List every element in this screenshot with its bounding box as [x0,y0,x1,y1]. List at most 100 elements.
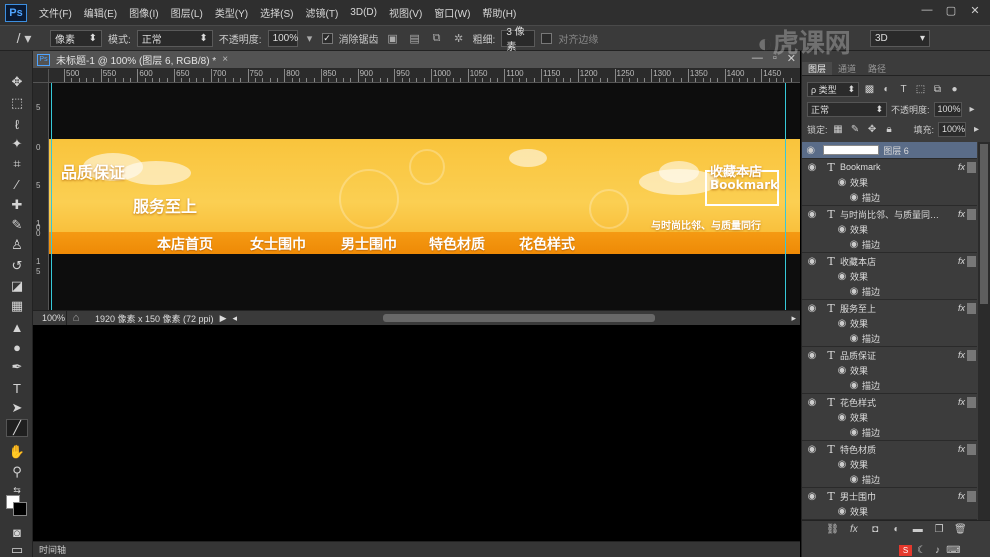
eye-icon[interactable]: ◉ [802,162,822,173]
expand-effects-icon[interactable] [967,443,976,455]
move-tool-icon[interactable]: ✥ [6,73,28,91]
lock-transparent-icon[interactable]: ▦ [832,123,845,136]
brush-tool-icon[interactable]: ✎ [6,216,28,234]
scroll-left-arrow[interactable]: ◂ [232,313,237,324]
share-icon[interactable]: ⌂ [67,310,85,326]
blend-mode-dropdown[interactable]: 正常 ⬍ [136,29,213,47]
menu-edit[interactable]: 编辑(E) [78,5,123,20]
eye-icon[interactable]: ◉ [834,506,850,517]
menu-help[interactable]: 帮助(H) [476,5,522,20]
layer-row[interactable]: ◉ T Bookmark fx ◉ 效果 ◉ 描边 [802,159,977,206]
screen-mode-icon[interactable]: ▭ [6,541,28,557]
eye-icon[interactable]: ◉ [802,209,822,220]
menu-select[interactable]: 选择(S) [254,5,299,20]
eye-icon[interactable]: ◉ [834,224,850,235]
expand-effects-icon[interactable] [967,302,976,314]
eye-icon[interactable]: ◉ [802,444,822,455]
adjustment-layer-icon[interactable]: ◐ [890,523,903,536]
opacity-dropdown-arrow[interactable]: ▸ [966,103,979,116]
status-menu-arrow[interactable]: ▶ [220,313,227,324]
layer-row[interactable]: ◉ 图层 6 [802,142,977,159]
tab-channels[interactable]: 通道 [832,62,862,75]
menu-file[interactable]: 文件(F) [33,5,78,20]
close-document-icon[interactable]: × [222,54,228,65]
filter-pixel-icon[interactable]: ▩ [863,83,876,96]
eye-icon[interactable]: ◉ [802,350,822,361]
lasso-tool-icon[interactable]: ℓ [6,115,28,133]
background-color-swatch[interactable] [13,502,27,516]
layer-blend-mode-dropdown[interactable]: 正常 ⬍ [807,101,887,117]
zoom-tool-icon[interactable]: ⚲ [6,463,28,481]
link-layers-icon[interactable]: ⛓ [826,523,839,536]
path-selection-tool-icon[interactable]: ➤ [6,399,28,417]
fx-icon[interactable]: fx [958,303,965,313]
scroll-right-arrow[interactable]: ▸ [791,313,796,324]
vertical-ruler[interactable]: 50501015 [33,83,49,310]
tool-preset-picker[interactable]: / ▾ [4,29,44,47]
fill-dropdown-arrow[interactable]: ▸ [970,123,983,136]
eye-icon[interactable]: ◉ [846,192,862,203]
tab-layers[interactable]: 图层 [802,62,833,75]
hand-tool-icon[interactable]: ✋ [6,443,28,461]
canvas[interactable]: 品质保证 服务至上 收藏本店 Bookmark 与时尚比邻、与质量同行 本店首页… [49,83,800,310]
layer-row[interactable]: ◉ T 服务至上 fx ◉ 效果 ◉ 描边 [802,300,977,347]
menu-type[interactable]: 类型(Y) [209,5,254,20]
line-tool-icon[interactable]: ╱ [6,419,28,437]
fx-icon[interactable]: fx [958,397,965,407]
timeline-panel-tab[interactable]: 时间轴 [33,541,800,557]
layer-row[interactable]: ◉ T 花色样式 fx ◉ 效果 ◉ 描边 [802,394,977,441]
zoom-level[interactable]: 100% [33,310,67,326]
layers-scrollbar-thumb[interactable] [980,144,988,304]
eye-icon[interactable]: ◉ [834,412,850,423]
eyedropper-tool-icon[interactable]: ⁄ [6,175,28,193]
filter-shape-icon[interactable]: ⬚ [914,83,927,96]
horizontal-scrollbar[interactable] [273,314,793,323]
eye-icon[interactable]: ◉ [846,333,862,344]
path-arrange-icon[interactable]: ⧉ [429,30,445,46]
eraser-tool-icon[interactable]: ◪ [6,277,28,295]
filter-type-icon[interactable]: T [897,83,910,96]
eye-icon[interactable]: ◉ [834,318,850,329]
crop-tool-icon[interactable]: ⌗ [6,155,28,173]
fx-icon[interactable]: fx [958,162,965,172]
eye-icon[interactable]: ◉ [846,427,862,438]
layers-scrollbar[interactable] [978,142,990,520]
lock-image-icon[interactable]: ✎ [849,123,862,136]
minimize-button[interactable]: — [916,2,938,18]
fx-icon[interactable]: fx [958,444,965,454]
weight-input[interactable]: 3 像素 [501,27,536,53]
fx-icon[interactable]: fx [958,256,965,266]
history-brush-tool-icon[interactable]: ↺ [6,257,28,275]
expand-effects-icon[interactable] [967,490,976,502]
workspace-dropdown[interactable]: 3D ▾ [870,30,930,47]
marquee-tool-icon[interactable]: ⬚ [6,94,28,112]
gradient-tool-icon[interactable]: ▦ [6,297,28,315]
layer-row[interactable]: ◉ T 品质保证 fx ◉ 效果 ◉ 描边 [802,347,977,394]
menu-view[interactable]: 视图(V) [383,5,428,20]
blur-tool-icon[interactable]: ▲ [6,318,28,336]
new-layer-icon[interactable]: ❐ [933,523,946,536]
layer-filter-dropdown[interactable]: ρ 类型 ⬍ [807,81,859,97]
healing-brush-tool-icon[interactable]: ✚ [6,196,28,214]
eye-icon[interactable]: ◉ [846,239,862,250]
lock-all-icon[interactable]: 🔒︎ [883,123,896,136]
expand-effects-icon[interactable] [967,161,976,173]
ime-icon[interactable]: S [899,544,912,556]
filter-smart-object-icon[interactable]: ⧉ [931,83,944,96]
tab-paths[interactable]: 路径 [862,62,892,75]
type-tool-icon[interactable]: T [6,379,28,397]
fill-input[interactable]: 100% [938,121,967,137]
align-edges-checkbox[interactable] [541,32,553,44]
guide-line-left[interactable] [51,83,52,310]
eye-icon[interactable]: ◉ [834,365,850,376]
delete-layer-icon[interactable]: 🗑︎ [954,523,967,536]
eye-icon[interactable]: ◉ [846,286,862,297]
opacity-input[interactable]: 100% [267,29,298,47]
tool-mode-dropdown[interactable]: 像素 ⬍ [50,29,102,47]
opacity-dropdown-arrow[interactable]: ▾ [304,30,316,46]
maximize-button[interactable]: ▢ [940,2,962,18]
guide-line-right[interactable] [785,83,786,310]
eye-icon[interactable]: ◉ [802,303,822,314]
moon-icon[interactable]: ☾ [915,544,928,557]
add-mask-icon[interactable]: ◘ [869,523,882,536]
